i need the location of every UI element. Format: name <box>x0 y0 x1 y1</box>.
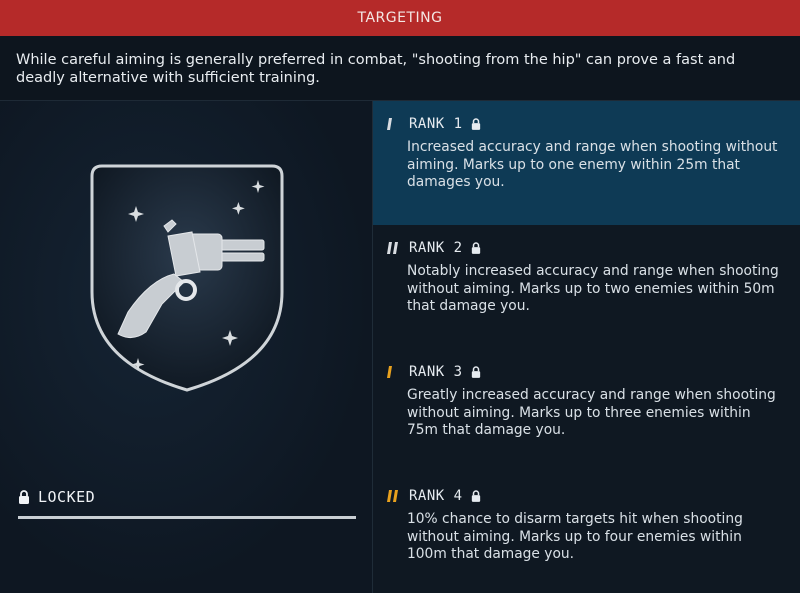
rank-marker-icon <box>387 242 398 254</box>
revolver-badge-icon <box>90 164 284 392</box>
rank-marker-stroke <box>387 242 392 254</box>
lock-icon <box>19 490 29 504</box>
rank-item-1[interactable]: RANK 1 Increased accuracy and range when… <box>373 101 800 225</box>
rank-progress-bar <box>18 516 356 519</box>
rank-marker-stroke <box>387 490 392 502</box>
rank-label: RANK 4 <box>409 488 463 504</box>
rank-label: RANK 1 <box>409 116 463 132</box>
rank-item-2[interactable]: RANK 2 Notably increased accuracy and ra… <box>373 225 800 349</box>
rank-marker-icon <box>387 366 392 378</box>
header-bar: TARGETING <box>0 0 800 36</box>
rank-list: RANK 1 Increased accuracy and range when… <box>373 101 800 593</box>
lock-icon <box>471 490 480 502</box>
rank-marker-stroke <box>393 490 398 502</box>
lock-icon <box>471 242 480 254</box>
rank-item-3[interactable]: RANK 3 Greatly increased accuracy and ra… <box>373 349 800 473</box>
skill-description: While careful aiming is generally prefer… <box>0 36 800 101</box>
rank-description: 10% chance to disarm targets hit when sh… <box>407 511 743 562</box>
rank-label: RANK 2 <box>409 240 463 256</box>
rank-marker-icon <box>387 490 398 502</box>
page-title: TARGETING <box>357 10 443 26</box>
rank-label: RANK 3 <box>409 364 463 380</box>
rank-description: Increased accuracy and range when shooti… <box>407 139 778 190</box>
rank-marker-stroke <box>387 366 392 378</box>
rank-marker-stroke <box>387 118 392 130</box>
rank-marker-stroke <box>393 242 398 254</box>
rank-marker-icon <box>387 118 392 130</box>
lock-icon <box>471 118 480 130</box>
lock-icon <box>471 366 480 378</box>
locked-status: LOCKED <box>18 486 95 508</box>
rank-description: Notably increased accuracy and range whe… <box>407 263 779 314</box>
locked-label: LOCKED <box>38 488 96 506</box>
rank-item-4[interactable]: RANK 4 10% chance to disarm targets hit … <box>373 473 800 593</box>
rank-description: Greatly increased accuracy and range whe… <box>407 387 776 438</box>
rank-progress-fill <box>18 516 356 519</box>
